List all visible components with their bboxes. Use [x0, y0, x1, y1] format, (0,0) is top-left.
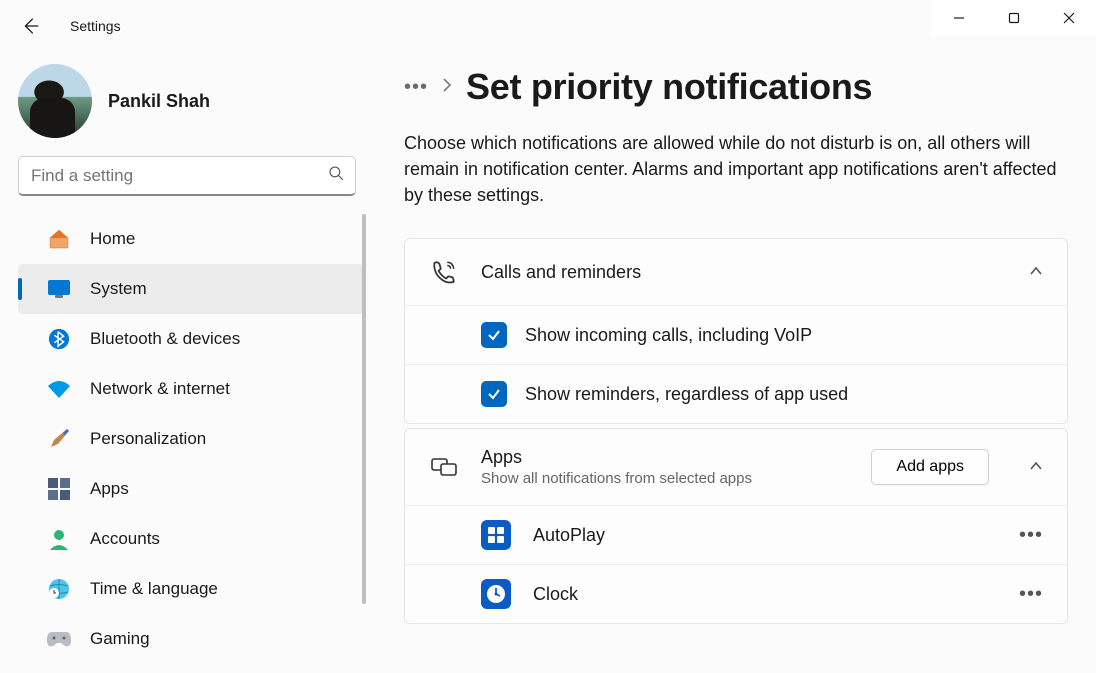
- maximize-button[interactable]: [986, 0, 1041, 36]
- search-box[interactable]: [18, 156, 356, 196]
- main-content: ••• Set priority notifications Choose wh…: [374, 52, 1096, 673]
- sidebar-item-label: Personalization: [90, 429, 206, 449]
- section-subtitle: Show all notifications from selected app…: [481, 470, 849, 487]
- option-label: Show reminders, regardless of app used: [525, 384, 848, 405]
- sidebar-item-system[interactable]: System: [18, 264, 364, 314]
- apps-icon: [46, 476, 72, 502]
- search-icon[interactable]: [327, 164, 345, 187]
- gaming-icon: [46, 626, 72, 652]
- page-description: Choose which notifications are allowed w…: [404, 130, 1064, 208]
- sidebar-item-personalization[interactable]: Personalization: [18, 414, 364, 464]
- sidebar-item-apps[interactable]: Apps: [18, 464, 364, 514]
- user-name: Pankil Shah: [108, 91, 210, 112]
- chevron-right-icon: [442, 77, 452, 98]
- phone-icon: [429, 257, 459, 287]
- sidebar-item-bluetooth[interactable]: Bluetooth & devices: [18, 314, 364, 364]
- sidebar-item-label: Network & internet: [90, 379, 230, 399]
- avatar: [18, 64, 92, 138]
- brush-icon: [46, 426, 72, 452]
- close-button[interactable]: [1041, 0, 1096, 36]
- more-icon[interactable]: •••: [1019, 583, 1043, 606]
- nav: Home System Bluetooth & devices Network …: [0, 214, 374, 664]
- checkbox-checked[interactable]: [481, 322, 507, 348]
- apps-card: Apps Show all notifications from selecte…: [404, 428, 1068, 624]
- app-title: Settings: [70, 18, 121, 34]
- calls-option-voip[interactable]: Show incoming calls, including VoIP: [405, 305, 1067, 364]
- sidebar-item-label: Accounts: [90, 529, 160, 549]
- chevron-up-icon[interactable]: [1029, 458, 1043, 476]
- search-input[interactable]: [31, 166, 327, 186]
- scrollbar[interactable]: [362, 214, 366, 604]
- apps-section-icon: [429, 452, 459, 482]
- accounts-icon: [46, 526, 72, 552]
- sidebar-item-home[interactable]: Home: [18, 214, 364, 264]
- sidebar-item-label: Bluetooth & devices: [90, 329, 240, 349]
- sidebar-item-label: Home: [90, 229, 135, 249]
- chevron-up-icon[interactable]: [1029, 263, 1043, 281]
- system-icon: [46, 276, 72, 302]
- sidebar-item-label: Apps: [90, 479, 129, 499]
- add-apps-button[interactable]: Add apps: [871, 449, 989, 485]
- sidebar-item-accounts[interactable]: Accounts: [18, 514, 364, 564]
- sidebar-item-label: Time & language: [90, 579, 218, 599]
- calls-option-reminders[interactable]: Show reminders, regardless of app used: [405, 364, 1067, 423]
- wifi-icon: [46, 376, 72, 402]
- clock-icon: [481, 579, 511, 609]
- window-controls: [931, 0, 1096, 36]
- sidebar-item-time[interactable]: Time & language: [18, 564, 364, 614]
- app-name: AutoPlay: [533, 525, 997, 546]
- checkbox-checked[interactable]: [481, 381, 507, 407]
- sidebar-item-label: System: [90, 279, 147, 299]
- app-name: Clock: [533, 584, 997, 605]
- autoplay-icon: [481, 520, 511, 550]
- sidebar-item-label: Gaming: [90, 629, 150, 649]
- app-row-autoplay[interactable]: AutoPlay •••: [405, 505, 1067, 564]
- bluetooth-icon: [46, 326, 72, 352]
- page-title: Set priority notifications: [466, 66, 872, 108]
- breadcrumb: ••• Set priority notifications: [404, 66, 1068, 108]
- back-button[interactable]: [18, 14, 42, 38]
- globe-icon: [46, 576, 72, 602]
- calls-reminders-header[interactable]: Calls and reminders: [405, 239, 1067, 305]
- sidebar-item-network[interactable]: Network & internet: [18, 364, 364, 414]
- section-title: Calls and reminders: [481, 262, 1007, 283]
- app-row-clock[interactable]: Clock •••: [405, 564, 1067, 623]
- home-icon: [46, 226, 72, 252]
- more-icon[interactable]: •••: [1019, 524, 1043, 547]
- sidebar-item-gaming[interactable]: Gaming: [18, 614, 364, 664]
- option-label: Show incoming calls, including VoIP: [525, 325, 812, 346]
- breadcrumb-more-icon[interactable]: •••: [404, 76, 428, 99]
- calls-reminders-card: Calls and reminders Show incoming calls,…: [404, 238, 1068, 424]
- sidebar: Pankil Shah Home System: [0, 52, 374, 673]
- profile[interactable]: Pankil Shah: [0, 52, 374, 156]
- apps-header[interactable]: Apps Show all notifications from selecte…: [405, 429, 1067, 505]
- minimize-button[interactable]: [931, 0, 986, 36]
- section-title: Apps: [481, 447, 849, 468]
